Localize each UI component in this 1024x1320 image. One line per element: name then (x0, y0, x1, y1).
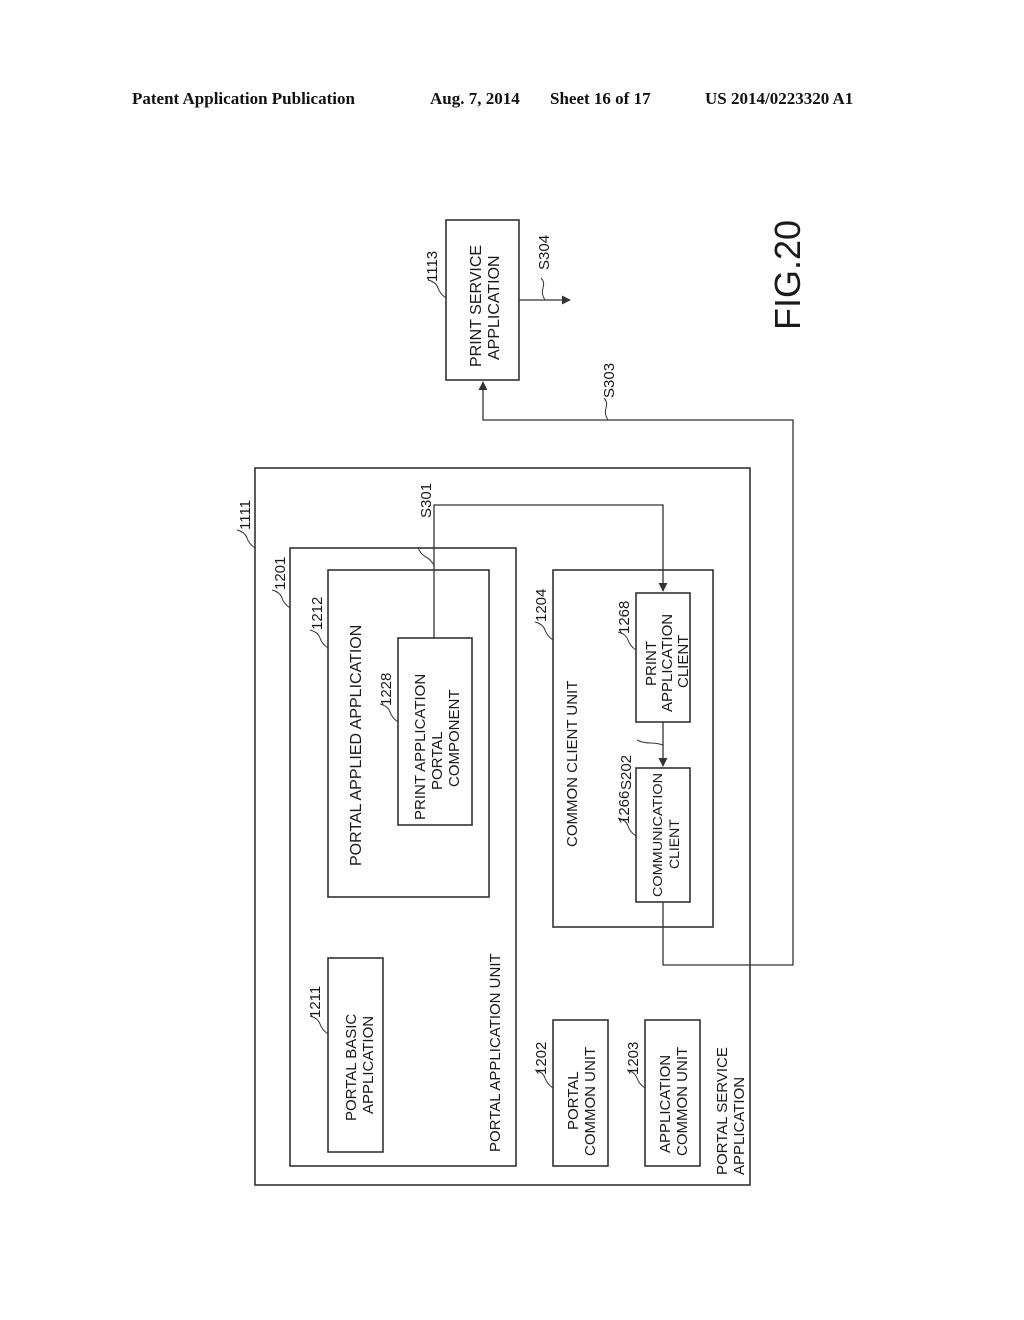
ref-1111: 1111 (237, 500, 254, 530)
portal-application-unit-box (289, 547, 517, 1167)
ref-1228: 1228 (378, 673, 395, 706)
print-application-portal-component-label-2: PORTAL (429, 731, 446, 790)
print-application-client-label-2: APPLICATION (659, 614, 676, 712)
print-application-client-label-1: PRINT (643, 641, 660, 686)
ref-1201: 1201 (272, 557, 289, 590)
ref-1203: 1203 (625, 1042, 642, 1075)
portal-service-application-label-2: APPLICATION (731, 1077, 748, 1175)
leader-s202 (636, 739, 664, 746)
leader-1201 (271, 589, 291, 609)
step-s202-label: S202 (618, 755, 635, 790)
portal-basic-application-label-1: PORTAL BASIC (343, 1014, 360, 1121)
leader-1204 (534, 621, 554, 641)
leader-s304 (540, 277, 546, 301)
s303-connector (478, 381, 794, 966)
leader-1212 (309, 629, 329, 649)
leader-1111 (236, 529, 256, 549)
print-service-application-label-1: PRINT SERVICE (468, 245, 485, 367)
print-application-portal-component-label-1: PRINT APPLICATION (412, 674, 429, 820)
leader-s301 (417, 546, 435, 566)
communication-client-label-2: CLIENT (666, 819, 682, 869)
portal-application-unit-label: PORTAL APPLICATION UNIT (487, 953, 504, 1152)
ref-1211: 1211 (307, 986, 324, 1018)
ref-1212: 1212 (309, 597, 326, 630)
ref-1202: 1202 (533, 1042, 550, 1075)
leader-s303 (603, 397, 609, 421)
application-common-unit-label-1: APPLICATION (657, 1055, 674, 1153)
application-common-unit-label-2: COMMON UNIT (674, 1047, 691, 1156)
print-application-portal-component-label-3: COMPONENT (446, 690, 463, 788)
ref-1113: 1113 (424, 251, 441, 282)
ref-1268: 1268 (616, 601, 633, 634)
common-client-unit-label: COMMON CLIENT UNIT (564, 681, 581, 847)
ref-1204: 1204 (533, 589, 550, 622)
communication-client-label-1: COMMUNICATION (650, 773, 665, 897)
print-service-application-label-2: APPLICATION (486, 255, 503, 360)
step-s304-label: S304 (536, 235, 553, 270)
step-s303-label: S303 (601, 363, 618, 398)
figure-label: FIG.20 (767, 220, 808, 330)
block-diagram: 1111 PORTAL SERVICE APPLICATION 1201 POR… (236, 219, 808, 1186)
portal-applied-application-label: PORTAL APPLIED APPLICATION (348, 625, 365, 866)
portal-service-application-label-1: PORTAL SERVICE (714, 1047, 731, 1175)
step-s301-label: S301 (418, 483, 435, 518)
print-application-client-label-3: CLIENT (675, 635, 692, 688)
portal-common-unit-label-2: COMMON UNIT (582, 1047, 599, 1156)
portal-common-unit-label-1: PORTAL (565, 1071, 582, 1130)
portal-basic-application-label-2: APPLICATION (360, 1016, 377, 1114)
ref-1266: 1266 (616, 791, 633, 824)
